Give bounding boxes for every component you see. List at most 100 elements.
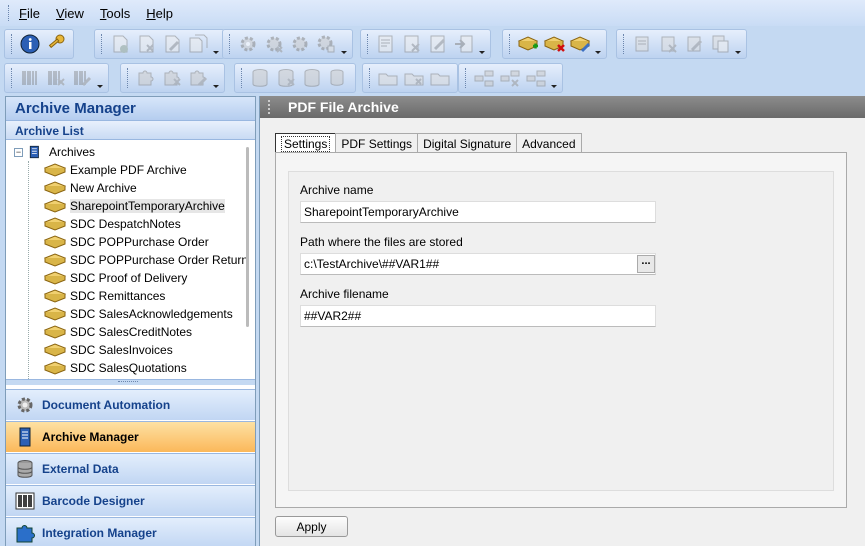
nav-archive-manager[interactable]: Archive Manager xyxy=(6,421,255,452)
tree-scrollbar[interactable] xyxy=(246,147,249,327)
copy-task-button[interactable] xyxy=(185,31,211,57)
add-database-button[interactable] xyxy=(247,65,273,91)
tree-root-archives[interactable]: − Archives xyxy=(14,143,95,161)
menu-view[interactable]: View xyxy=(56,6,84,21)
toolbar-grip[interactable] xyxy=(465,68,467,88)
menu-tools[interactable]: Tools xyxy=(100,6,130,21)
menu-grip[interactable] xyxy=(8,5,11,21)
add-server-button[interactable] xyxy=(629,31,655,57)
tab-pdf-settings[interactable]: PDF Settings xyxy=(335,133,419,153)
tree-item-archive[interactable]: SharepointTemporaryArchive xyxy=(44,197,225,215)
info-button[interactable] xyxy=(17,31,43,57)
archive-name-label: Archive name xyxy=(300,183,374,197)
add-archive-button[interactable] xyxy=(515,31,541,57)
toolbar-overflow-dropdown[interactable] xyxy=(593,31,602,57)
tree-item-label: SDC DespatchNotes xyxy=(70,217,181,231)
browse-button[interactable]: ... xyxy=(637,255,655,273)
delete-automation-button[interactable] xyxy=(261,31,287,57)
add-form-button[interactable] xyxy=(373,31,399,57)
delete-integration-button[interactable] xyxy=(159,65,185,91)
toolbar-row-1 xyxy=(0,26,865,62)
toolbar-overflow-dropdown[interactable] xyxy=(733,31,742,57)
nav-external-data[interactable]: External Data xyxy=(6,453,255,484)
toolbar-overflow-dropdown[interactable] xyxy=(477,31,486,57)
toolbar-grip[interactable] xyxy=(11,68,13,88)
nav-document-automation[interactable]: Document Automation xyxy=(6,389,255,420)
tab-digital-signature[interactable]: Digital Signature xyxy=(417,133,518,153)
tree-item-archive[interactable]: SDC SalesInvoices xyxy=(44,341,173,359)
edit-integration-button[interactable] xyxy=(185,65,211,91)
tree-item-archive[interactable]: SDC SalesAcknowledgements xyxy=(44,305,233,323)
new-task-button[interactable] xyxy=(107,31,133,57)
toolbar-grip[interactable] xyxy=(101,34,103,54)
archive-filename-input[interactable]: ##VAR2## xyxy=(300,305,656,327)
add-integration-button[interactable] xyxy=(133,65,159,91)
key-icon xyxy=(48,34,65,49)
toolbar-grip[interactable] xyxy=(11,34,13,54)
edit-connection-button[interactable] xyxy=(523,65,549,91)
archive-name-input[interactable]: SharepointTemporaryArchive xyxy=(300,201,656,223)
toolbar-overflow-dropdown[interactable] xyxy=(95,65,104,91)
tree-item-archive[interactable]: SDC Proof of Delivery xyxy=(44,269,187,287)
nav-integration-manager[interactable]: Integration Manager xyxy=(6,517,255,546)
toolbar-overflow-dropdown[interactable] xyxy=(339,31,348,57)
tree-item-archive[interactable]: New Archive xyxy=(44,179,137,197)
panel-splitter[interactable] xyxy=(6,379,255,385)
toolbar-grip[interactable] xyxy=(241,68,243,88)
edit-form-button[interactable] xyxy=(425,31,451,57)
path-input[interactable]: c:\TestArchive\##VAR1## ... xyxy=(300,253,656,275)
import-form-button[interactable] xyxy=(451,31,477,57)
delete-archive-button[interactable] xyxy=(541,31,567,57)
puzzle-edit-icon xyxy=(190,70,208,87)
add-connection-button[interactable] xyxy=(471,65,497,91)
toolbar-grip[interactable] xyxy=(623,34,625,54)
tree-item-archive[interactable]: SDC DespatchNotes xyxy=(44,215,181,233)
tree-item-archive[interactable]: SDC SalesCreditNotes xyxy=(44,323,192,341)
copy-database-button[interactable] xyxy=(325,65,351,91)
tree-item-archive[interactable]: SDC Remittances xyxy=(44,287,165,305)
toolbar-grip[interactable] xyxy=(367,34,369,54)
tree-item-archive[interactable]: SDC POPPurchase Order Return xyxy=(44,251,248,269)
delete-task-button[interactable] xyxy=(133,31,159,57)
toolbar-overflow-dropdown[interactable] xyxy=(211,31,220,57)
toolbar-grip[interactable] xyxy=(229,34,231,54)
add-automation-button[interactable] xyxy=(235,31,261,57)
tree-item-archive[interactable]: Example PDF Archive xyxy=(44,161,187,179)
delete-connection-button[interactable] xyxy=(497,65,523,91)
edit-database-button[interactable] xyxy=(299,65,325,91)
edit-barcode-button[interactable] xyxy=(69,65,95,91)
delete-form-button[interactable] xyxy=(399,31,425,57)
toolbar-grip[interactable] xyxy=(127,68,129,88)
menu-help[interactable]: Help xyxy=(146,6,173,21)
menu-help-rest: elp xyxy=(155,5,174,21)
copy-automation-button[interactable] xyxy=(313,31,339,57)
toolbar-overflow-dropdown[interactable] xyxy=(211,65,220,91)
tree-item-archive[interactable]: SDC SalesQuotations xyxy=(44,359,187,377)
edit-server-button[interactable] xyxy=(681,31,707,57)
toolbar-grip[interactable] xyxy=(509,34,511,54)
edit-automation-button[interactable] xyxy=(287,31,313,57)
tab-settings[interactable]: Settings xyxy=(275,133,337,153)
delete-barcode-button[interactable] xyxy=(43,65,69,91)
toolbar-grip[interactable] xyxy=(369,68,371,88)
pdf-archive-title: PDF File Archive xyxy=(288,99,399,115)
tree-item-label: SDC POPPurchase Order Return xyxy=(70,253,249,267)
delete-folder-button[interactable] xyxy=(401,65,427,91)
delete-server-button[interactable] xyxy=(655,31,681,57)
nav-barcode-designer[interactable]: Barcode Designer xyxy=(6,485,255,516)
toolbar-overflow-dropdown[interactable] xyxy=(549,65,558,91)
edit-task-button[interactable] xyxy=(159,31,185,57)
tree-item-archive[interactable]: SDC POPPurchase Order xyxy=(44,233,209,251)
delete-database-button[interactable] xyxy=(273,65,299,91)
add-folder-button[interactable] xyxy=(375,65,401,91)
apply-button[interactable]: Apply xyxy=(275,516,348,537)
collapse-toggle[interactable]: − xyxy=(14,147,23,157)
copy-server-button[interactable] xyxy=(707,31,733,57)
gear-edit-icon xyxy=(292,36,308,52)
menu-file[interactable]: File xyxy=(19,6,40,21)
add-barcode-button[interactable] xyxy=(17,65,43,91)
edit-archive-button[interactable] xyxy=(567,31,593,57)
tab-advanced[interactable]: Advanced xyxy=(516,133,582,153)
edit-folder-button[interactable] xyxy=(427,65,453,91)
key-button[interactable] xyxy=(43,31,69,57)
